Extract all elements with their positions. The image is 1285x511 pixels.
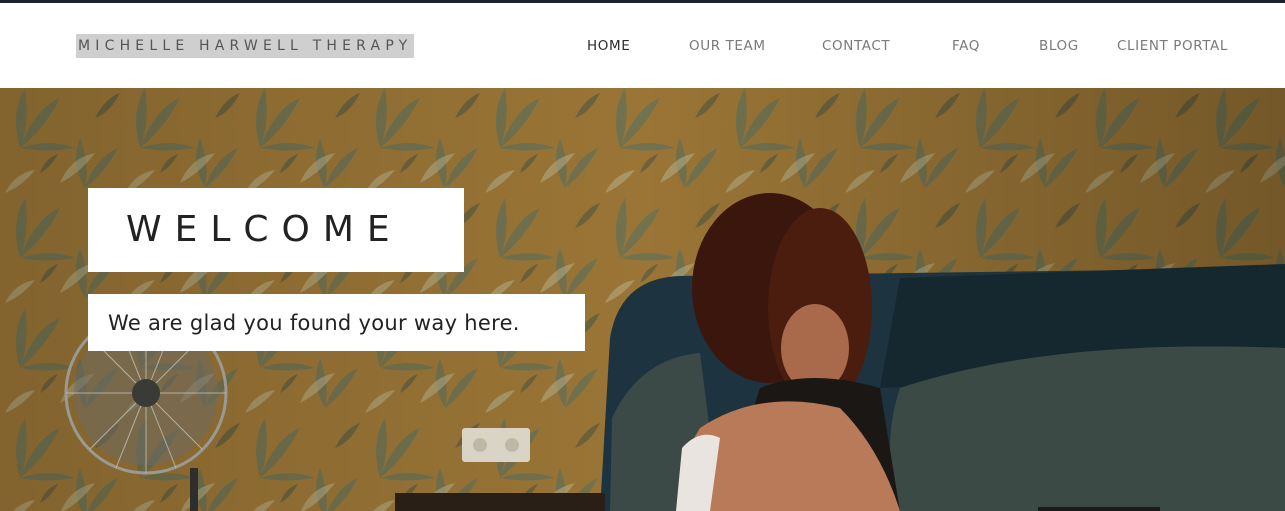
nav-client-portal[interactable]: CLIENT PORTAL [1117, 38, 1228, 54]
tagline-box: We are glad you found your way here. [88, 294, 585, 351]
site-header: MICHELLE HARWELL THERAPY HOME OUR TEAM C… [0, 3, 1285, 88]
nav-contact[interactable]: CONTACT [822, 38, 890, 54]
nav-home[interactable]: HOME [587, 38, 630, 54]
nav-blog[interactable]: BLOG [1039, 38, 1079, 54]
hero-banner: WELCOME We are glad you found your way h… [0, 88, 1285, 511]
main-nav: HOME OUR TEAM CONTACT FAQ BLOG CLIENT PO… [0, 38, 1285, 58]
nav-faq[interactable]: FAQ [952, 38, 980, 54]
tagline-text: We are glad you found your way here. [108, 311, 520, 335]
nav-our-team[interactable]: OUR TEAM [689, 38, 766, 54]
welcome-heading-box: WELCOME [88, 188, 464, 272]
welcome-heading: WELCOME [126, 209, 403, 250]
